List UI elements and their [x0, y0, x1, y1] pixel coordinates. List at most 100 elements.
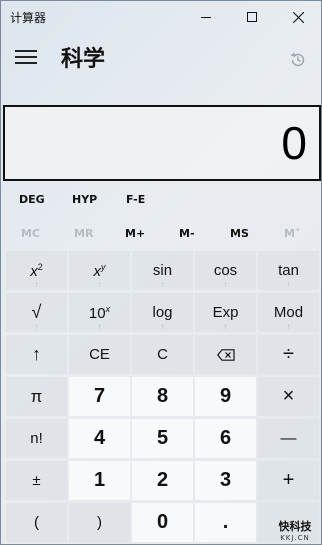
- digit-9-key[interactable]: 9: [195, 377, 256, 416]
- exp-key[interactable]: Exp ↑: [195, 293, 256, 332]
- shift-arrow-icon: ↑: [32, 344, 41, 364]
- calculator-window: 计算器 科学 0 DEG HYP F-E MC MR M+ M- MS M˅ x…: [0, 0, 322, 545]
- sin-key[interactable]: sin ↑: [132, 251, 193, 290]
- shift-hint: ↑: [160, 280, 165, 289]
- digit-8-key[interactable]: 8: [132, 377, 193, 416]
- plus-key[interactable]: +: [258, 461, 319, 500]
- memory-subtract-button[interactable]: M-: [179, 227, 195, 240]
- shift-hint: ↑: [223, 322, 228, 331]
- power-base: x: [93, 262, 102, 280]
- negate-label: ±: [32, 472, 41, 489]
- digit-0-key[interactable]: 0: [132, 503, 193, 542]
- maximize-icon: [247, 12, 257, 22]
- result-display: 0: [3, 105, 321, 181]
- cos-label: cos: [213, 262, 238, 279]
- negate-key[interactable]: ±: [6, 461, 67, 500]
- right-paren-label: ): [97, 514, 102, 531]
- log-label: log: [152, 304, 173, 321]
- right-paren-key[interactable]: ): [69, 503, 130, 542]
- pi-key[interactable]: π: [6, 377, 67, 416]
- display-value: 0: [281, 117, 307, 169]
- backspace-icon: [216, 348, 235, 361]
- divide-label: ÷: [283, 343, 294, 365]
- close-button[interactable]: [275, 1, 321, 33]
- shift-hint: ↑: [286, 280, 291, 289]
- ten-power-key[interactable]: 10x ↑: [69, 293, 130, 332]
- shift-hint: ↑: [286, 322, 291, 331]
- digit-5-key[interactable]: 5: [132, 419, 193, 458]
- hyperbolic-button[interactable]: HYP: [72, 193, 97, 206]
- sqrt-key[interactable]: √ ↑: [6, 293, 67, 332]
- minus-key[interactable]: —: [258, 419, 319, 458]
- shift-hint: ↑: [34, 280, 39, 289]
- history-icon[interactable]: [289, 51, 307, 69]
- page-title: 科学: [61, 47, 106, 72]
- ten-power-base: 10: [88, 304, 106, 322]
- power-key[interactable]: xy ↑: [69, 251, 130, 290]
- left-paren-key[interactable]: (: [6, 503, 67, 542]
- tan-key[interactable]: tan ↑: [258, 251, 319, 290]
- decimal-key[interactable]: .: [195, 503, 256, 542]
- plus-label: +: [282, 469, 295, 491]
- clear-entry-label: CE: [89, 346, 110, 363]
- mod-label: Mod: [273, 304, 304, 321]
- memory-store-button[interactable]: MS: [230, 227, 249, 240]
- clear-entry-key[interactable]: CE: [69, 335, 130, 374]
- factorial-key[interactable]: n!: [6, 419, 67, 458]
- clear-label: C: [157, 346, 168, 363]
- shift-hint: ↑: [223, 280, 228, 289]
- watermark-text: 快科技: [278, 520, 312, 533]
- clear-key[interactable]: C: [132, 335, 193, 374]
- app-title: 计算器: [10, 11, 47, 25]
- divide-key[interactable]: ÷: [258, 335, 319, 374]
- digit-2-key[interactable]: 2: [132, 461, 193, 500]
- multiply-key[interactable]: ×: [258, 377, 319, 416]
- digit-4-key[interactable]: 4: [69, 419, 130, 458]
- multiply-label: ×: [282, 385, 295, 407]
- log-key[interactable]: log ↑: [132, 293, 193, 332]
- shift-key[interactable]: ↑: [6, 335, 67, 374]
- cos-key[interactable]: cos ↑: [195, 251, 256, 290]
- square-key[interactable]: x2 ↑: [6, 251, 67, 290]
- ten-power-label: 10x: [89, 304, 110, 322]
- digit-3-key[interactable]: 3: [195, 461, 256, 500]
- memory-clear-button[interactable]: MC: [21, 227, 40, 240]
- tan-label: tan: [278, 262, 299, 279]
- minimize-icon: [201, 16, 211, 18]
- shift-hint: ↑: [97, 280, 102, 289]
- menu-button[interactable]: [15, 48, 37, 66]
- left-paren-label: (: [34, 514, 39, 531]
- shift-hint: ↑: [34, 322, 39, 331]
- digit-6-key[interactable]: 6: [195, 419, 256, 458]
- hamburger-icon: [15, 50, 37, 52]
- square-base: x: [30, 262, 38, 280]
- minus-label: —: [280, 429, 297, 447]
- watermark-logo: 快科技 KKJ.CN: [269, 518, 321, 544]
- hamburger-line: [15, 56, 37, 58]
- shift-hint: ↑: [160, 322, 165, 331]
- exp-label: Exp: [212, 304, 239, 321]
- shift-hint: ↑: [97, 322, 102, 331]
- title-bar: 计算器: [1, 1, 321, 33]
- mod-key[interactable]: Mod ↑: [258, 293, 319, 332]
- fixed-exponent-button[interactable]: F-E: [126, 193, 145, 206]
- memory-recall-button[interactable]: MR: [74, 227, 93, 240]
- pi-label: π: [30, 386, 43, 406]
- digit-7-key[interactable]: 7: [69, 377, 130, 416]
- factorial-label: n!: [30, 430, 43, 447]
- maximize-button[interactable]: [229, 1, 275, 33]
- memory-add-button[interactable]: M+: [125, 227, 145, 240]
- watermark-subtext: KKJ.CN: [280, 534, 310, 542]
- hamburger-line: [15, 62, 37, 64]
- ten-power-exponent: x: [105, 303, 111, 314]
- square-exponent: 2: [37, 261, 43, 272]
- sin-label: sin: [152, 262, 173, 279]
- power-exponent: y: [101, 261, 106, 272]
- sqrt-label: √: [31, 302, 42, 322]
- angle-mode-button[interactable]: DEG: [19, 193, 45, 206]
- digit-1-key[interactable]: 1: [69, 461, 130, 500]
- memory-list-button[interactable]: M˅: [284, 227, 300, 240]
- minimize-button[interactable]: [183, 1, 229, 33]
- square-label: x2: [30, 262, 43, 280]
- backspace-key[interactable]: [195, 335, 256, 374]
